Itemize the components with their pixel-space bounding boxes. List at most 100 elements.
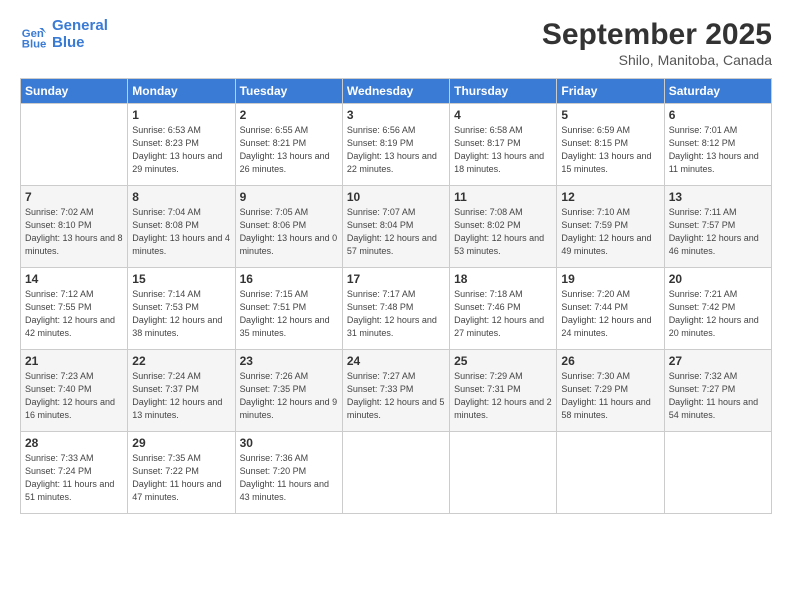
day-info: Sunrise: 7:12 AM Sunset: 7:55 PM Dayligh… [25, 288, 123, 340]
day-cell: 26 Sunrise: 7:30 AM Sunset: 7:29 PM Dayl… [557, 350, 664, 432]
sunrise-text: Sunrise: 6:56 AM [347, 125, 416, 135]
sunset-text: Sunset: 7:51 PM [240, 302, 307, 312]
daylight-text: Daylight: 13 hours and 22 minutes. [347, 151, 437, 174]
day-cell: 17 Sunrise: 7:17 AM Sunset: 7:48 PM Dayl… [342, 268, 449, 350]
day-info: Sunrise: 7:21 AM Sunset: 7:42 PM Dayligh… [669, 288, 767, 340]
day-cell: 11 Sunrise: 7:08 AM Sunset: 8:02 PM Dayl… [450, 186, 557, 268]
day-number: 18 [454, 272, 552, 286]
daylight-text: Daylight: 13 hours and 18 minutes. [454, 151, 544, 174]
day-cell: 8 Sunrise: 7:04 AM Sunset: 8:08 PM Dayli… [128, 186, 235, 268]
day-cell: 25 Sunrise: 7:29 AM Sunset: 7:31 PM Dayl… [450, 350, 557, 432]
sunrise-text: Sunrise: 7:12 AM [25, 289, 94, 299]
day-cell [450, 432, 557, 514]
day-cell [21, 104, 128, 186]
daylight-text: Daylight: 12 hours and 31 minutes. [347, 315, 437, 338]
sunset-text: Sunset: 8:21 PM [240, 138, 307, 148]
sunset-text: Sunset: 7:53 PM [132, 302, 199, 312]
day-info: Sunrise: 7:30 AM Sunset: 7:29 PM Dayligh… [561, 370, 659, 422]
day-info: Sunrise: 6:56 AM Sunset: 8:19 PM Dayligh… [347, 124, 445, 176]
day-info: Sunrise: 7:02 AM Sunset: 8:10 PM Dayligh… [25, 206, 123, 258]
daylight-text: Daylight: 12 hours and 42 minutes. [25, 315, 115, 338]
day-number: 20 [669, 272, 767, 286]
day-number: 17 [347, 272, 445, 286]
sunrise-text: Sunrise: 6:55 AM [240, 125, 309, 135]
daylight-text: Daylight: 12 hours and 13 minutes. [132, 397, 222, 420]
day-number: 27 [669, 354, 767, 368]
day-number: 29 [132, 436, 230, 450]
day-cell: 9 Sunrise: 7:05 AM Sunset: 8:06 PM Dayli… [235, 186, 342, 268]
title-block: September 2025 Shilo, Manitoba, Canada [542, 18, 772, 68]
daylight-text: Daylight: 12 hours and 46 minutes. [669, 233, 759, 256]
sunset-text: Sunset: 7:57 PM [669, 220, 736, 230]
day-cell: 15 Sunrise: 7:14 AM Sunset: 7:53 PM Dayl… [128, 268, 235, 350]
day-number: 5 [561, 108, 659, 122]
day-number: 15 [132, 272, 230, 286]
week-row-4: 21 Sunrise: 7:23 AM Sunset: 7:40 PM Dayl… [21, 350, 772, 432]
day-number: 10 [347, 190, 445, 204]
day-number: 1 [132, 108, 230, 122]
day-info: Sunrise: 7:32 AM Sunset: 7:27 PM Dayligh… [669, 370, 767, 422]
day-info: Sunrise: 7:18 AM Sunset: 7:46 PM Dayligh… [454, 288, 552, 340]
sunrise-text: Sunrise: 7:07 AM [347, 207, 416, 217]
daylight-text: Daylight: 11 hours and 54 minutes. [669, 397, 758, 420]
day-info: Sunrise: 7:04 AM Sunset: 8:08 PM Dayligh… [132, 206, 230, 258]
header-tuesday: Tuesday [235, 79, 342, 104]
day-cell: 7 Sunrise: 7:02 AM Sunset: 8:10 PM Dayli… [21, 186, 128, 268]
sunset-text: Sunset: 7:37 PM [132, 384, 199, 394]
day-cell: 2 Sunrise: 6:55 AM Sunset: 8:21 PM Dayli… [235, 104, 342, 186]
sunset-text: Sunset: 7:40 PM [25, 384, 92, 394]
daylight-text: Daylight: 13 hours and 11 minutes. [669, 151, 759, 174]
daylight-text: Daylight: 12 hours and 35 minutes. [240, 315, 330, 338]
day-number: 6 [669, 108, 767, 122]
day-cell: 6 Sunrise: 7:01 AM Sunset: 8:12 PM Dayli… [664, 104, 771, 186]
sunset-text: Sunset: 7:44 PM [561, 302, 628, 312]
header-thursday: Thursday [450, 79, 557, 104]
day-info: Sunrise: 7:17 AM Sunset: 7:48 PM Dayligh… [347, 288, 445, 340]
sunrise-text: Sunrise: 6:58 AM [454, 125, 523, 135]
day-info: Sunrise: 7:29 AM Sunset: 7:31 PM Dayligh… [454, 370, 552, 422]
sunrise-text: Sunrise: 7:23 AM [25, 371, 94, 381]
day-info: Sunrise: 7:14 AM Sunset: 7:53 PM Dayligh… [132, 288, 230, 340]
header-monday: Monday [128, 79, 235, 104]
sunset-text: Sunset: 7:55 PM [25, 302, 92, 312]
day-cell: 19 Sunrise: 7:20 AM Sunset: 7:44 PM Dayl… [557, 268, 664, 350]
day-number: 16 [240, 272, 338, 286]
day-cell: 18 Sunrise: 7:18 AM Sunset: 7:46 PM Dayl… [450, 268, 557, 350]
daylight-text: Daylight: 12 hours and 16 minutes. [25, 397, 115, 420]
sunset-text: Sunset: 7:48 PM [347, 302, 414, 312]
sunset-text: Sunset: 8:04 PM [347, 220, 414, 230]
day-number: 19 [561, 272, 659, 286]
daylight-text: Daylight: 13 hours and 26 minutes. [240, 151, 330, 174]
day-cell [664, 432, 771, 514]
day-info: Sunrise: 7:10 AM Sunset: 7:59 PM Dayligh… [561, 206, 659, 258]
header-saturday: Saturday [664, 79, 771, 104]
day-number: 22 [132, 354, 230, 368]
sunset-text: Sunset: 8:02 PM [454, 220, 521, 230]
sunrise-text: Sunrise: 7:36 AM [240, 453, 309, 463]
day-info: Sunrise: 7:27 AM Sunset: 7:33 PM Dayligh… [347, 370, 445, 422]
day-number: 8 [132, 190, 230, 204]
day-cell: 29 Sunrise: 7:35 AM Sunset: 7:22 PM Dayl… [128, 432, 235, 514]
day-cell: 12 Sunrise: 7:10 AM Sunset: 7:59 PM Dayl… [557, 186, 664, 268]
daylight-text: Daylight: 11 hours and 58 minutes. [561, 397, 650, 420]
day-cell: 3 Sunrise: 6:56 AM Sunset: 8:19 PM Dayli… [342, 104, 449, 186]
day-info: Sunrise: 7:23 AM Sunset: 7:40 PM Dayligh… [25, 370, 123, 422]
day-info: Sunrise: 7:05 AM Sunset: 8:06 PM Dayligh… [240, 206, 338, 258]
sunset-text: Sunset: 7:27 PM [669, 384, 736, 394]
sunrise-text: Sunrise: 7:14 AM [132, 289, 201, 299]
day-cell: 21 Sunrise: 7:23 AM Sunset: 7:40 PM Dayl… [21, 350, 128, 432]
week-row-1: 1 Sunrise: 6:53 AM Sunset: 8:23 PM Dayli… [21, 104, 772, 186]
sunrise-text: Sunrise: 7:04 AM [132, 207, 201, 217]
day-info: Sunrise: 7:07 AM Sunset: 8:04 PM Dayligh… [347, 206, 445, 258]
day-number: 30 [240, 436, 338, 450]
sunset-text: Sunset: 7:20 PM [240, 466, 307, 476]
daylight-text: Daylight: 13 hours and 8 minutes. [25, 233, 123, 256]
day-number: 28 [25, 436, 123, 450]
location-subtitle: Shilo, Manitoba, Canada [542, 52, 772, 68]
header-friday: Friday [557, 79, 664, 104]
sunset-text: Sunset: 8:23 PM [132, 138, 199, 148]
day-cell: 28 Sunrise: 7:33 AM Sunset: 7:24 PM Dayl… [21, 432, 128, 514]
day-number: 14 [25, 272, 123, 286]
daylight-text: Daylight: 12 hours and 9 minutes. [240, 397, 338, 420]
header-sunday: Sunday [21, 79, 128, 104]
